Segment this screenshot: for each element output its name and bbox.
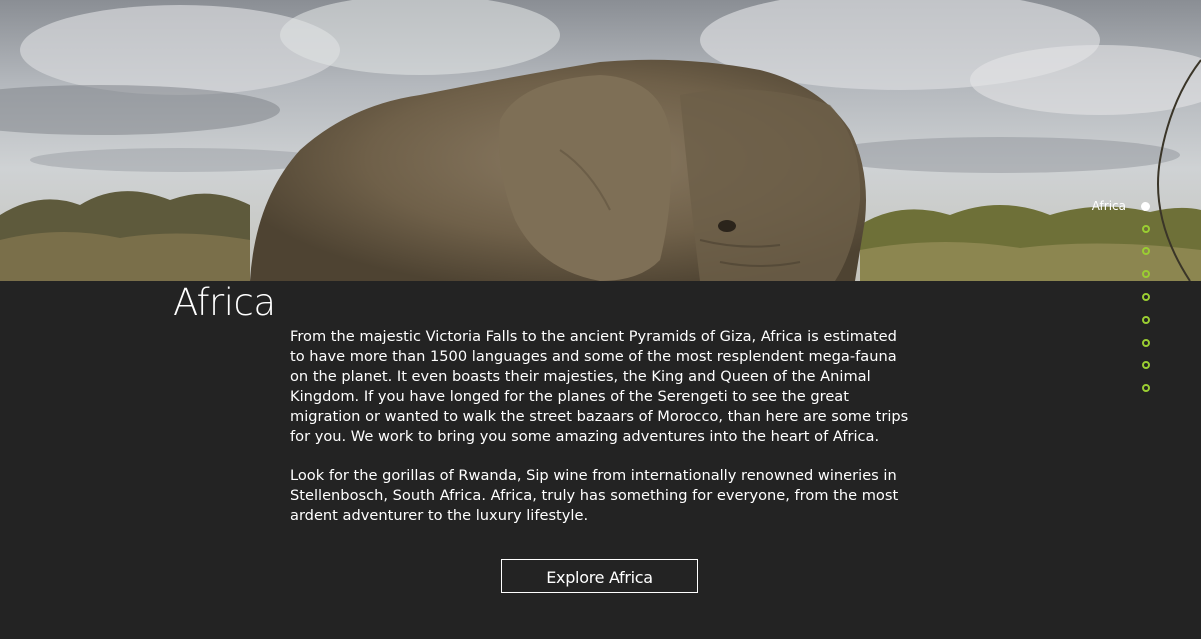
anchor-dot[interactable] <box>1142 339 1150 347</box>
hero-image <box>0 0 1201 281</box>
anchor-dot[interactable] <box>1142 225 1150 233</box>
anchor-dot[interactable] <box>1141 202 1150 211</box>
explore-africa-button[interactable]: Explore Africa <box>501 559 698 593</box>
section-description: From the majestic Victoria Falls to the … <box>290 327 915 526</box>
description-paragraph: Look for the gorillas of Rwanda, Sip win… <box>290 467 899 524</box>
section-title: Africa <box>173 281 276 324</box>
anchor-dot[interactable] <box>1142 270 1150 278</box>
description-paragraph: From the majestic Victoria Falls to the … <box>290 328 909 445</box>
anchor-dot[interactable] <box>1142 361 1150 369</box>
anchor-active-label: Africa <box>1091 199 1126 213</box>
anchor-dot[interactable] <box>1142 247 1150 255</box>
anchor-dot[interactable] <box>1142 384 1150 392</box>
elephant-photo <box>0 0 1201 281</box>
anchor-menu: Africa <box>1041 196 1201 396</box>
anchor-dot[interactable] <box>1142 293 1150 301</box>
page: Africa From the majestic Victoria Falls … <box>0 0 1201 639</box>
content-section: Africa From the majestic Victoria Falls … <box>0 281 1201 639</box>
anchor-dot[interactable] <box>1142 316 1150 324</box>
